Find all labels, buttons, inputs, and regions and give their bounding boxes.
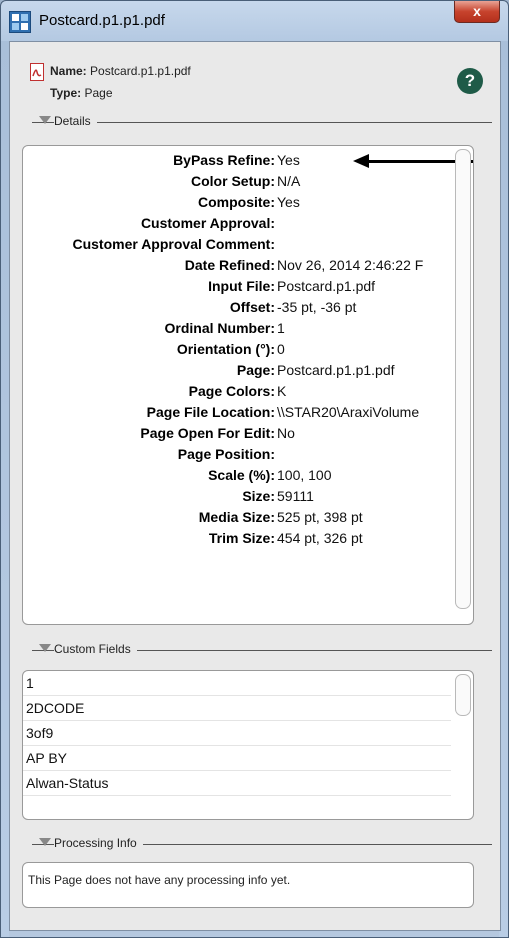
custom-fields-list: 1 2DCODE 3of9 AP BY Alwan-Status bbox=[23, 671, 451, 796]
detail-key: Page Position: bbox=[177, 446, 275, 462]
detail-row: Page: Postcard.p1.p1.pdf bbox=[23, 362, 471, 383]
list-item[interactable]: AP BY bbox=[23, 746, 451, 771]
detail-value: Postcard.p1.pdf bbox=[277, 278, 376, 294]
detail-value: K bbox=[277, 383, 287, 399]
detail-value: Postcard.p1.p1.pdf bbox=[277, 362, 395, 378]
detail-row: Ordinal Number: 1 bbox=[23, 320, 471, 341]
detail-key: Media Size: bbox=[198, 509, 275, 525]
detail-key: Customer Approval: bbox=[140, 215, 275, 231]
processing-info-text: This Page does not have any processing i… bbox=[28, 873, 291, 887]
custom-fields-panel[interactable]: 1 2DCODE 3of9 AP BY Alwan-Status bbox=[22, 670, 474, 820]
detail-key: Trim Size: bbox=[208, 530, 275, 546]
list-item[interactable]: 3of9 bbox=[23, 721, 451, 746]
detail-key: Page: bbox=[236, 362, 275, 378]
details-label: Details bbox=[54, 114, 97, 128]
detail-key: Scale (%): bbox=[208, 467, 275, 483]
detail-row: Size: 59111 bbox=[23, 488, 471, 509]
details-section-header[interactable]: Details bbox=[32, 114, 492, 130]
detail-row: Page File Location: \\STAR20\AraxiVolume bbox=[23, 404, 471, 425]
client-area: Name: Postcard.p1.p1.pdf Type: Page ? De… bbox=[9, 41, 501, 931]
custom-fields-section-header[interactable]: Custom Fields bbox=[32, 642, 492, 658]
detail-row: Customer Approval Comment: bbox=[23, 236, 471, 257]
custom-fields-label: Custom Fields bbox=[54, 642, 137, 656]
detail-key: Composite: bbox=[198, 194, 275, 210]
list-item[interactable]: 2DCODE bbox=[23, 696, 451, 721]
detail-key: Ordinal Number: bbox=[164, 320, 275, 336]
detail-value: Yes bbox=[277, 152, 300, 168]
detail-row: Date Refined: Nov 26, 2014 2:46:22 F bbox=[23, 257, 471, 278]
app-grid-icon bbox=[9, 11, 31, 33]
details-panel[interactable]: ByPass Refine: Yes Color Setup: N/A Composit… bbox=[22, 145, 474, 625]
detail-key: Color Setup: bbox=[191, 173, 275, 189]
processing-info-panel: This Page does not have any processing i… bbox=[22, 862, 474, 908]
processing-info-section-header[interactable]: Processing Info bbox=[32, 836, 492, 852]
detail-value: 59111 bbox=[277, 488, 314, 504]
detail-value: 0 bbox=[277, 341, 285, 357]
name-row: Name: Postcard.p1.p1.pdf bbox=[50, 64, 191, 78]
details-divider bbox=[32, 122, 492, 123]
detail-key: Customer Approval Comment: bbox=[72, 236, 275, 252]
detail-row: Page Colors: K bbox=[23, 383, 471, 404]
type-row: Type: Page bbox=[50, 86, 113, 100]
type-label: Type: bbox=[50, 86, 82, 100]
detail-value: N/A bbox=[277, 173, 301, 189]
detail-key: Page File Location: bbox=[146, 404, 275, 420]
detail-value: 100, 100 bbox=[277, 467, 332, 483]
detail-value: 1 bbox=[277, 320, 285, 336]
detail-row: Media Size: 525 pt, 398 pt bbox=[23, 509, 471, 530]
detail-value: 454 pt, 326 pt bbox=[277, 530, 363, 546]
detail-row: Orientation (°): 0 bbox=[23, 341, 471, 362]
detail-key: Input File: bbox=[208, 278, 275, 294]
detail-key: Offset: bbox=[229, 299, 275, 315]
window-bottom-border bbox=[9, 931, 499, 937]
list-item[interactable]: Alwan-Status bbox=[23, 771, 451, 796]
detail-value: -35 pt, -36 pt bbox=[277, 299, 357, 315]
details-list: ByPass Refine: Yes Color Setup: N/A Composit… bbox=[23, 152, 471, 551]
detail-key: ByPass Refine: bbox=[173, 152, 275, 168]
detail-row: Customer Approval: bbox=[23, 215, 471, 236]
detail-key: Orientation (°): bbox=[176, 341, 275, 357]
detail-key: Date Refined: bbox=[184, 257, 275, 273]
name-label: Name: bbox=[50, 64, 87, 78]
detail-value: No bbox=[277, 425, 295, 441]
detail-row: Scale (%): 100, 100 bbox=[23, 467, 471, 488]
detail-key: Page Colors: bbox=[188, 383, 275, 399]
detail-row: Page Position: bbox=[23, 446, 471, 467]
detail-row: Composite: Yes bbox=[23, 194, 471, 215]
detail-row: Trim Size: 454 pt, 326 pt bbox=[23, 530, 471, 551]
window-title: Postcard.p1.p1.pdf bbox=[39, 12, 165, 29]
pdf-file-icon bbox=[30, 63, 44, 81]
properties-window: Postcard.p1.p1.pdf x Name: Postcard.p1.p… bbox=[0, 0, 509, 938]
name-value: Postcard.p1.p1.pdf bbox=[90, 64, 191, 78]
details-scrollbar[interactable] bbox=[455, 149, 471, 609]
detail-value: \\STAR20\AraxiVolume bbox=[277, 404, 420, 420]
detail-row: Input File: Postcard.p1.pdf bbox=[23, 278, 471, 299]
collapse-triangle-icon[interactable] bbox=[39, 116, 51, 124]
detail-row: Color Setup: N/A bbox=[23, 173, 471, 194]
detail-value: Nov 26, 2014 2:46:22 F bbox=[277, 257, 424, 273]
detail-key: Page Open For Edit: bbox=[140, 425, 275, 441]
detail-row: Page Open For Edit: No bbox=[23, 425, 471, 446]
collapse-triangle-icon[interactable] bbox=[39, 644, 51, 652]
collapse-triangle-icon[interactable] bbox=[39, 838, 51, 846]
detail-value: Yes bbox=[277, 194, 300, 210]
custom-fields-scrollbar[interactable] bbox=[455, 674, 471, 716]
processing-info-label: Processing Info bbox=[54, 836, 143, 850]
detail-value: 525 pt, 398 pt bbox=[277, 509, 363, 525]
help-button[interactable]: ? bbox=[457, 68, 483, 94]
title-bar[interactable]: Postcard.p1.p1.pdf x bbox=[1, 1, 508, 41]
type-value: Page bbox=[84, 86, 113, 100]
close-button[interactable]: x bbox=[454, 1, 500, 23]
list-item[interactable]: 1 bbox=[23, 671, 451, 696]
detail-row: Offset: -35 pt, -36 pt bbox=[23, 299, 471, 320]
detail-key: Size: bbox=[242, 488, 275, 504]
